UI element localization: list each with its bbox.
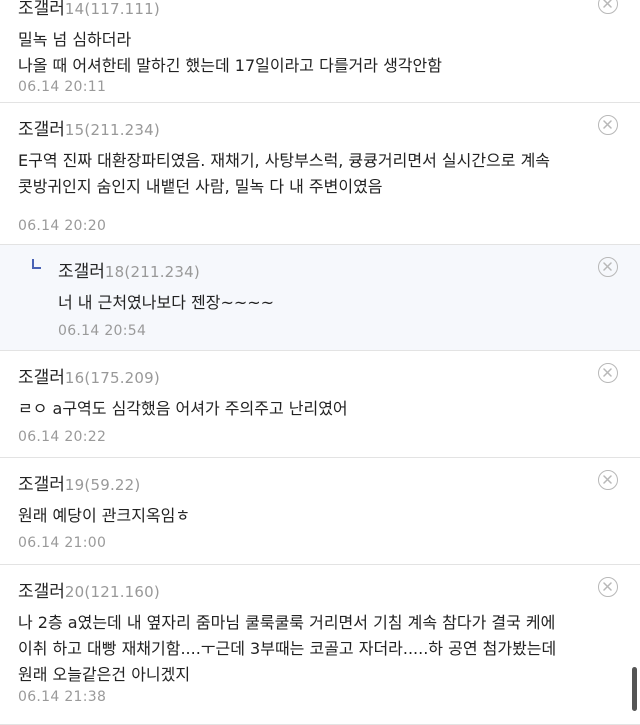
delete-comment-button[interactable] [598, 577, 618, 597]
comment-meta: 20(121.160) [64, 583, 160, 601]
comment-nickname[interactable]: 조갤러 [58, 262, 105, 282]
comment-date: 06.14 21:38 [18, 689, 107, 705]
comment-date: 06.14 20:22 [18, 429, 107, 445]
comment-nickname[interactable]: 조갤러 [18, 368, 65, 388]
close-icon [603, 475, 612, 484]
comment-date: 06.14 20:11 [18, 79, 107, 95]
comment-header: 조갤러14(117.111) [18, 0, 160, 19]
comment-date: 06.14 20:20 [18, 218, 107, 234]
comment-item: 조갤러15(211.234) E구역 진짜 대환장파티였음. 재채기, 사탕부스… [0, 103, 640, 245]
delete-comment-button[interactable] [598, 115, 618, 135]
comment-list: 조갤러14(117.111) 밀녹 넘 심하더라 나올 때 어셔한테 말하긴 했… [0, 0, 640, 725]
comment-header: 조갤러18(211.234) [58, 257, 200, 282]
comment-item: 조갤러19(59.22) 원래 예당이 관크지옥임ㅎ 06.14 21:00 [0, 458, 640, 565]
comment-text: 밀녹 넘 심하더라 나올 때 어셔한테 말하긴 했는데 17일이라고 다를거라 … [18, 30, 442, 75]
comment-text: 원래 예당이 관크지옥임ㅎ [18, 506, 191, 525]
comment-nickname[interactable]: 조갤러 [18, 582, 65, 602]
comment-text: ㄹㅇ a구역도 심각했음 어셔가 주의주고 난리였어 [18, 399, 348, 418]
comment-nickname[interactable]: 조갤러 [18, 475, 65, 495]
scrollbar-thumb[interactable] [632, 667, 637, 711]
close-icon [603, 262, 612, 271]
delete-comment-button[interactable] [598, 470, 618, 490]
comment-meta: 16(175.209) [64, 369, 160, 387]
comment-item: 조갤러14(117.111) 밀녹 넘 심하더라 나올 때 어셔한테 말하긴 했… [0, 0, 640, 103]
comment-nickname[interactable]: 조갤러 [18, 120, 65, 140]
comment-item: 조갤러16(175.209) ㄹㅇ a구역도 심각했음 어셔가 주의주고 난리였… [0, 351, 640, 458]
comment-header: 조갤러16(175.209) [18, 363, 160, 388]
comment-meta: 14(117.111) [64, 0, 160, 18]
delete-comment-button[interactable] [598, 363, 618, 383]
comment-header: 조갤러19(59.22) [18, 470, 141, 495]
comment-nickname[interactable]: 조갤러 [18, 0, 65, 19]
close-icon [603, 368, 612, 377]
comment-item: 조갤러20(121.160) 나 2층 a였는데 내 옆자리 줌마님 쿨룩쿨룩 … [0, 565, 640, 725]
delete-comment-button[interactable] [598, 0, 618, 14]
reply-comment-item: 조갤러18(211.234) 너 내 근처였나보다 젠장~~~~ 06.14 2… [0, 245, 640, 351]
comment-meta: 19(59.22) [64, 476, 141, 494]
comment-text: 나 2층 a였는데 내 옆자리 줌마님 쿨룩쿨룩 거리면서 기침 계속 참다가 … [18, 613, 557, 684]
close-icon [603, 120, 612, 129]
reply-arrow-icon [32, 259, 41, 269]
comment-text: E구역 진짜 대환장파티였음. 재채기, 사탕부스럭, 큥큥거리면서 실시간으로… [18, 151, 551, 196]
comment-meta: 15(211.234) [64, 121, 160, 139]
close-icon [603, 582, 612, 591]
comment-text: 너 내 근처였나보다 젠장~~~~ [58, 293, 275, 312]
comment-date: 06.14 21:00 [18, 535, 107, 551]
comment-header: 조갤러20(121.160) [18, 577, 160, 602]
comment-date: 06.14 20:54 [58, 323, 147, 339]
delete-comment-button[interactable] [598, 257, 618, 277]
comment-header: 조갤러15(211.234) [18, 115, 160, 140]
close-icon [603, 0, 612, 8]
comment-meta: 18(211.234) [104, 263, 200, 281]
